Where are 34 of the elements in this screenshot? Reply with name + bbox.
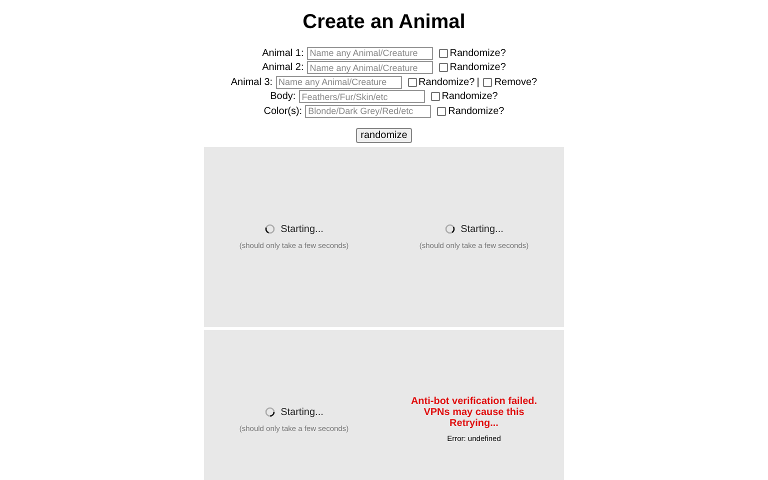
randomize-button[interactable]: randomize (356, 128, 412, 142)
field-label: Animal 2: (262, 62, 304, 74)
field-label: Color(s): (264, 106, 302, 117)
checkbox[interactable] (408, 78, 417, 87)
checkbox-label: Remove? (494, 76, 538, 88)
checkbox-label: Randomize? (442, 91, 498, 102)
checkbox-label: Randomize? (448, 106, 504, 117)
checkbox-label: Randomize? (450, 62, 506, 74)
text-field[interactable]: Feathers/Fur/Skin/etc (298, 90, 425, 104)
text-field[interactable]: Name any Animal/Creature (276, 76, 402, 89)
field-label: Body: (270, 91, 296, 102)
page-title: Create an Animal (302, 10, 466, 34)
checkbox[interactable] (430, 92, 440, 102)
status-text: Starting... (460, 224, 504, 234)
spinner-icon (264, 224, 275, 234)
separator-text: | (476, 76, 480, 88)
checkbox[interactable] (437, 106, 446, 116)
text-field[interactable]: Name any Animal/Creature (306, 61, 433, 74)
error-text: Retrying... (448, 418, 500, 429)
checkbox-label: Randomize? (450, 48, 506, 59)
status-text: Starting... (280, 406, 324, 418)
checkbox-label: Randomize? (418, 76, 475, 88)
checkbox[interactable] (438, 63, 448, 72)
error-text: Anti-bot verification failed. (410, 396, 538, 407)
field-label: Animal 1: (262, 48, 304, 59)
checkbox[interactable] (438, 48, 448, 58)
status-text: Starting... (280, 224, 324, 234)
field-label: Animal 3: (230, 76, 273, 88)
checkbox[interactable] (483, 78, 492, 87)
spinner-icon (444, 224, 455, 234)
spinner-icon (264, 407, 275, 417)
text-field[interactable]: Name any Animal/Creature (306, 46, 433, 60)
error-text: VPNs may cause this (422, 407, 526, 418)
text-field[interactable]: Blonde/Dark Grey/Red/etc (305, 104, 432, 118)
